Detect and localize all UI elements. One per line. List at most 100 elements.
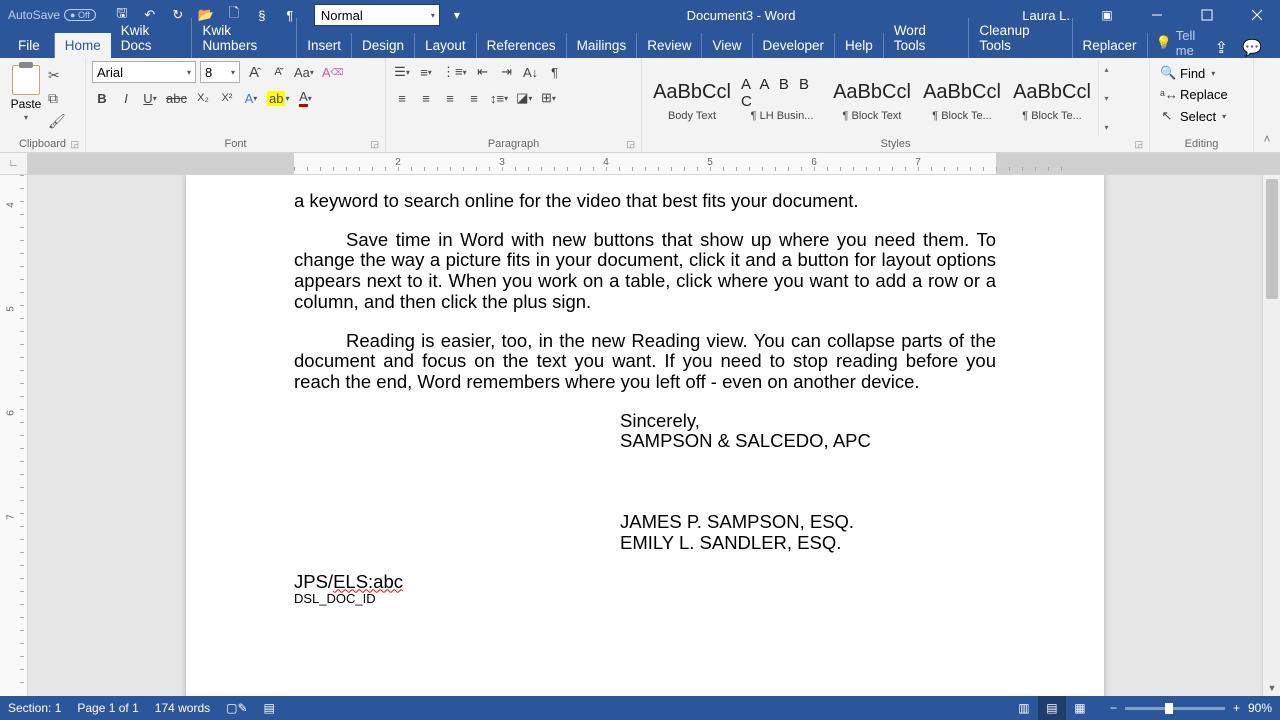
attorney-name: EMILY L. SANDLER, ESQ. (620, 533, 996, 554)
decrease-indent-button[interactable]: ⇤ (473, 61, 493, 83)
doc-id: DSL_DOC_ID (294, 592, 996, 607)
horizontal-ruler[interactable]: ∟ 234567 (0, 153, 1280, 175)
group-paragraph: ☰▾ ≡▾ ⋮≡▾ ⇤ ⇥ A↓ ¶ ≡ ≡ ≡ ≡ ↕≡▾ ◪▾ ⊞▾ Par… (386, 58, 642, 152)
maximize-icon[interactable] (1184, 0, 1230, 30)
paragraph-launcher-icon[interactable]: ◲ (626, 139, 635, 150)
tab-review[interactable]: Review (637, 33, 702, 58)
comments-icon[interactable]: 💬 (1242, 38, 1262, 58)
ribbon: Paste ▾ ✂ ⧉ 🖌 Clipboard◲ Arial▾ 8▾ Â Ǎ… (0, 58, 1280, 153)
tell-me[interactable]: 💡 Tell me (1156, 28, 1215, 58)
tab-selector[interactable]: ∟ (0, 153, 28, 174)
align-left-button[interactable]: ≡ (392, 87, 412, 109)
tab-replacer[interactable]: Replacer (1073, 33, 1148, 58)
share-icon[interactable]: ⇪ (1215, 38, 1228, 58)
style-swatch[interactable]: AaBbCclBody Text (648, 61, 736, 136)
bold-button[interactable]: B (92, 87, 112, 109)
tab-cleanup-tools[interactable]: Cleanup Tools (969, 18, 1072, 58)
style-swatch[interactable]: A A B B C¶ LH Busin... (738, 61, 826, 136)
replace-icon: ᵃ↔ (1160, 87, 1174, 102)
scroll-thumb[interactable] (1266, 179, 1278, 299)
macro-icon[interactable]: ▤ (264, 701, 275, 715)
font-color-button[interactable]: A▾ (295, 87, 315, 109)
font-launcher-icon[interactable]: ◲ (370, 139, 379, 150)
strike-button[interactable]: abc (164, 87, 189, 109)
align-center-button[interactable]: ≡ (416, 87, 436, 109)
shrink-font-button[interactable]: Ǎ (268, 61, 288, 83)
tab-home[interactable]: Home (55, 33, 111, 58)
status-words[interactable]: 174 words (155, 701, 210, 715)
spellcheck-icon[interactable]: ▢✎ (226, 701, 247, 715)
change-case-button[interactable]: Aa▾ (292, 61, 316, 83)
attorney-name: JAMES P. SAMPSON, ESQ. (620, 512, 996, 533)
sort-button[interactable]: A↓ (521, 61, 541, 83)
status-section[interactable]: Section: 1 (8, 701, 61, 715)
style-swatch[interactable]: AaBbCcl¶ Block Te... (1008, 61, 1096, 136)
superscript-button[interactable]: X² (217, 87, 237, 109)
subscript-button[interactable]: X₂ (193, 87, 213, 109)
zoom-level[interactable]: 90% (1248, 701, 1272, 715)
shading-button[interactable]: ◪▾ (514, 87, 534, 109)
align-right-button[interactable]: ≡ (440, 87, 460, 109)
tab-help[interactable]: Help (835, 33, 884, 58)
numbering-button[interactable]: ≡▾ (416, 61, 436, 83)
zoom-slider[interactable] (1125, 707, 1225, 710)
page[interactable]: a keyword to search online for the video… (186, 175, 1104, 696)
increase-indent-button[interactable]: ⇥ (497, 61, 517, 83)
scroll-down-icon[interactable]: ▼ (1263, 680, 1280, 696)
highlight-button[interactable]: ab▾ (265, 87, 291, 109)
tab-mailings[interactable]: Mailings (567, 33, 638, 58)
zoom-out-icon[interactable]: − (1110, 701, 1117, 715)
font-size-combo[interactable]: 8▾ (200, 61, 240, 83)
text-effects-button[interactable]: A▾ (241, 87, 261, 109)
web-layout-icon[interactable]: ▦ (1066, 696, 1094, 720)
tab-kwik-numbers[interactable]: Kwik Numbers (192, 18, 297, 58)
style-swatch[interactable]: AaBbCcl¶ Block Te... (918, 61, 1006, 136)
underline-button[interactable]: U▾ (140, 87, 160, 109)
borders-button[interactable]: ⊞▾ (538, 87, 558, 109)
cursor-icon: ↖ (1160, 108, 1174, 124)
format-painter-icon[interactable]: 🖌 (48, 113, 66, 130)
replace-button[interactable]: ᵃ↔Replace (1156, 85, 1247, 104)
vertical-scrollbar[interactable]: ▲ ▼ (1262, 175, 1280, 696)
tab-developer[interactable]: Developer (753, 33, 836, 58)
tab-layout[interactable]: Layout (415, 33, 477, 58)
print-layout-icon[interactable]: ▤ (1038, 696, 1066, 720)
line-spacing-button[interactable]: ↕≡▾ (488, 87, 510, 109)
grow-font-button[interactable]: Â (244, 61, 264, 83)
tab-view[interactable]: View (702, 33, 752, 58)
font-name-combo[interactable]: Arial▾ (92, 61, 196, 83)
clipboard-launcher-icon[interactable]: ◲ (70, 139, 79, 150)
status-page[interactable]: Page 1 of 1 (77, 701, 138, 715)
tab-design[interactable]: Design (352, 33, 415, 58)
copy-icon[interactable]: ⧉ (48, 90, 66, 107)
read-mode-icon[interactable]: ▥ (1010, 696, 1038, 720)
tab-insert[interactable]: Insert (297, 33, 352, 58)
styles-launcher-icon[interactable]: ◲ (1134, 139, 1143, 150)
find-button[interactable]: 🔍Find ▾ (1156, 63, 1247, 83)
show-marks-button[interactable]: ¶ (545, 61, 565, 83)
paste-button[interactable]: Paste ▾ (6, 61, 46, 122)
tab-kwik-docs[interactable]: Kwik Docs (111, 18, 193, 58)
body-text: Save time in Word with new buttons that … (294, 230, 996, 313)
select-button[interactable]: ↖Select ▾ (1156, 106, 1247, 126)
multilevel-button[interactable]: ⋮≡▾ (440, 61, 469, 83)
style-swatch[interactable]: AaBbCcl¶ Block Text (828, 61, 916, 136)
zoom-in-icon[interactable]: + (1233, 701, 1240, 715)
cut-icon[interactable]: ✂ (48, 67, 66, 84)
style-combo[interactable]: Normal▾ (314, 4, 440, 26)
bullets-button[interactable]: ☰▾ (392, 61, 412, 83)
vertical-ruler[interactable]: 4567 (0, 175, 28, 696)
justify-button[interactable]: ≡ (464, 87, 484, 109)
styles-more-button[interactable]: ▴▾▾ (1098, 61, 1114, 136)
tab-file[interactable]: File (4, 33, 55, 58)
document-canvas[interactable]: a keyword to search online for the video… (28, 175, 1262, 696)
close-icon[interactable] (1234, 0, 1280, 30)
tab-word-tools[interactable]: Word Tools (884, 18, 970, 58)
tab-references[interactable]: References (477, 33, 567, 58)
minimize-icon[interactable] (1134, 0, 1180, 30)
italic-button[interactable]: I (116, 87, 136, 109)
ribbon-display-icon[interactable]: ▣ (1084, 0, 1130, 30)
autosave-toggle[interactable]: AutoSave ● Off (8, 8, 96, 22)
collapse-ribbon-icon[interactable]: ˄ (1254, 58, 1280, 152)
clear-format-button[interactable]: A⌫ (320, 61, 345, 83)
